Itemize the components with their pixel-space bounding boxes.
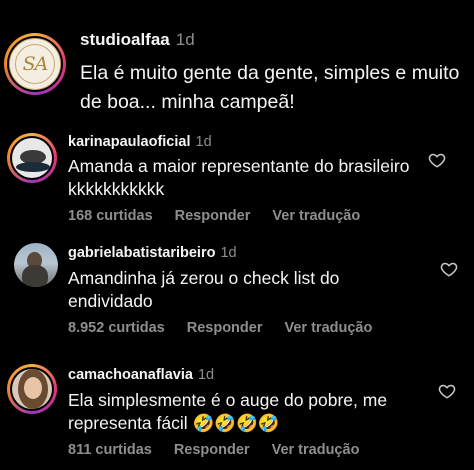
comment-time: 1d bbox=[195, 134, 212, 150]
avatar[interactable] bbox=[14, 243, 58, 287]
comments-screen: SA studioalfaa 1d Ela é muito gente da ge… bbox=[0, 0, 474, 470]
comment-actions: 811 curtidas Responder Ver tradução bbox=[68, 442, 381, 458]
comment-text: Amanda a maior representante do brasilei… bbox=[68, 156, 410, 199]
avatar-photo bbox=[12, 138, 52, 178]
caption-text: Ela é muito gente da gente, simples e mu… bbox=[80, 62, 460, 113]
comment-actions: 8.952 curtidas Responder Ver tradução bbox=[68, 320, 394, 336]
comment-time: 1d bbox=[197, 367, 215, 383]
post-caption: SA studioalfaa 1d Ela é muito gente da ge… bbox=[0, 0, 474, 125]
reply-button[interactable]: Responder bbox=[175, 208, 251, 224]
logo-monogram: SA bbox=[22, 53, 49, 75]
comment-time: 1d bbox=[220, 245, 237, 261]
heart-outline-icon[interactable] bbox=[438, 382, 456, 400]
comment-username[interactable]: gabrielabatistaribeiro 1d bbox=[68, 245, 237, 261]
caption-time: 1d bbox=[175, 30, 195, 49]
like-count: 8.952 curtidas bbox=[68, 320, 165, 336]
caption-username[interactable]: studioalfaa 1d bbox=[80, 30, 195, 50]
comment-actions: 168 curtidas Responder Ver tradução bbox=[68, 208, 382, 224]
avatar[interactable] bbox=[7, 364, 57, 414]
avatar[interactable] bbox=[7, 133, 57, 183]
comment-text: Ela simplesmente é o auge do pobre, me r… bbox=[68, 390, 388, 433]
translate-button[interactable]: Ver tradução bbox=[272, 208, 360, 224]
translate-button[interactable]: Ver tradução bbox=[272, 442, 360, 458]
like-count: 168 curtidas bbox=[68, 208, 153, 224]
heart-outline-icon[interactable] bbox=[440, 260, 458, 278]
avatar-photo bbox=[14, 243, 58, 287]
comment-username[interactable]: camachoanaflavia 1d bbox=[68, 367, 214, 383]
translate-button[interactable]: Ver tradução bbox=[284, 320, 372, 336]
avatar[interactable]: SA bbox=[4, 33, 66, 95]
studio-logo: SA bbox=[9, 38, 61, 90]
like-count: 811 curtidas bbox=[68, 442, 152, 458]
avatar-photo bbox=[12, 369, 52, 409]
heart-outline-icon[interactable] bbox=[428, 151, 446, 169]
comment-username[interactable]: karinapaulaoficial 1d bbox=[68, 134, 212, 150]
comment-text: Amandinha já zerou o check list do endiv… bbox=[68, 268, 340, 311]
reply-button[interactable]: Responder bbox=[174, 442, 250, 458]
reply-button[interactable]: Responder bbox=[187, 320, 263, 336]
